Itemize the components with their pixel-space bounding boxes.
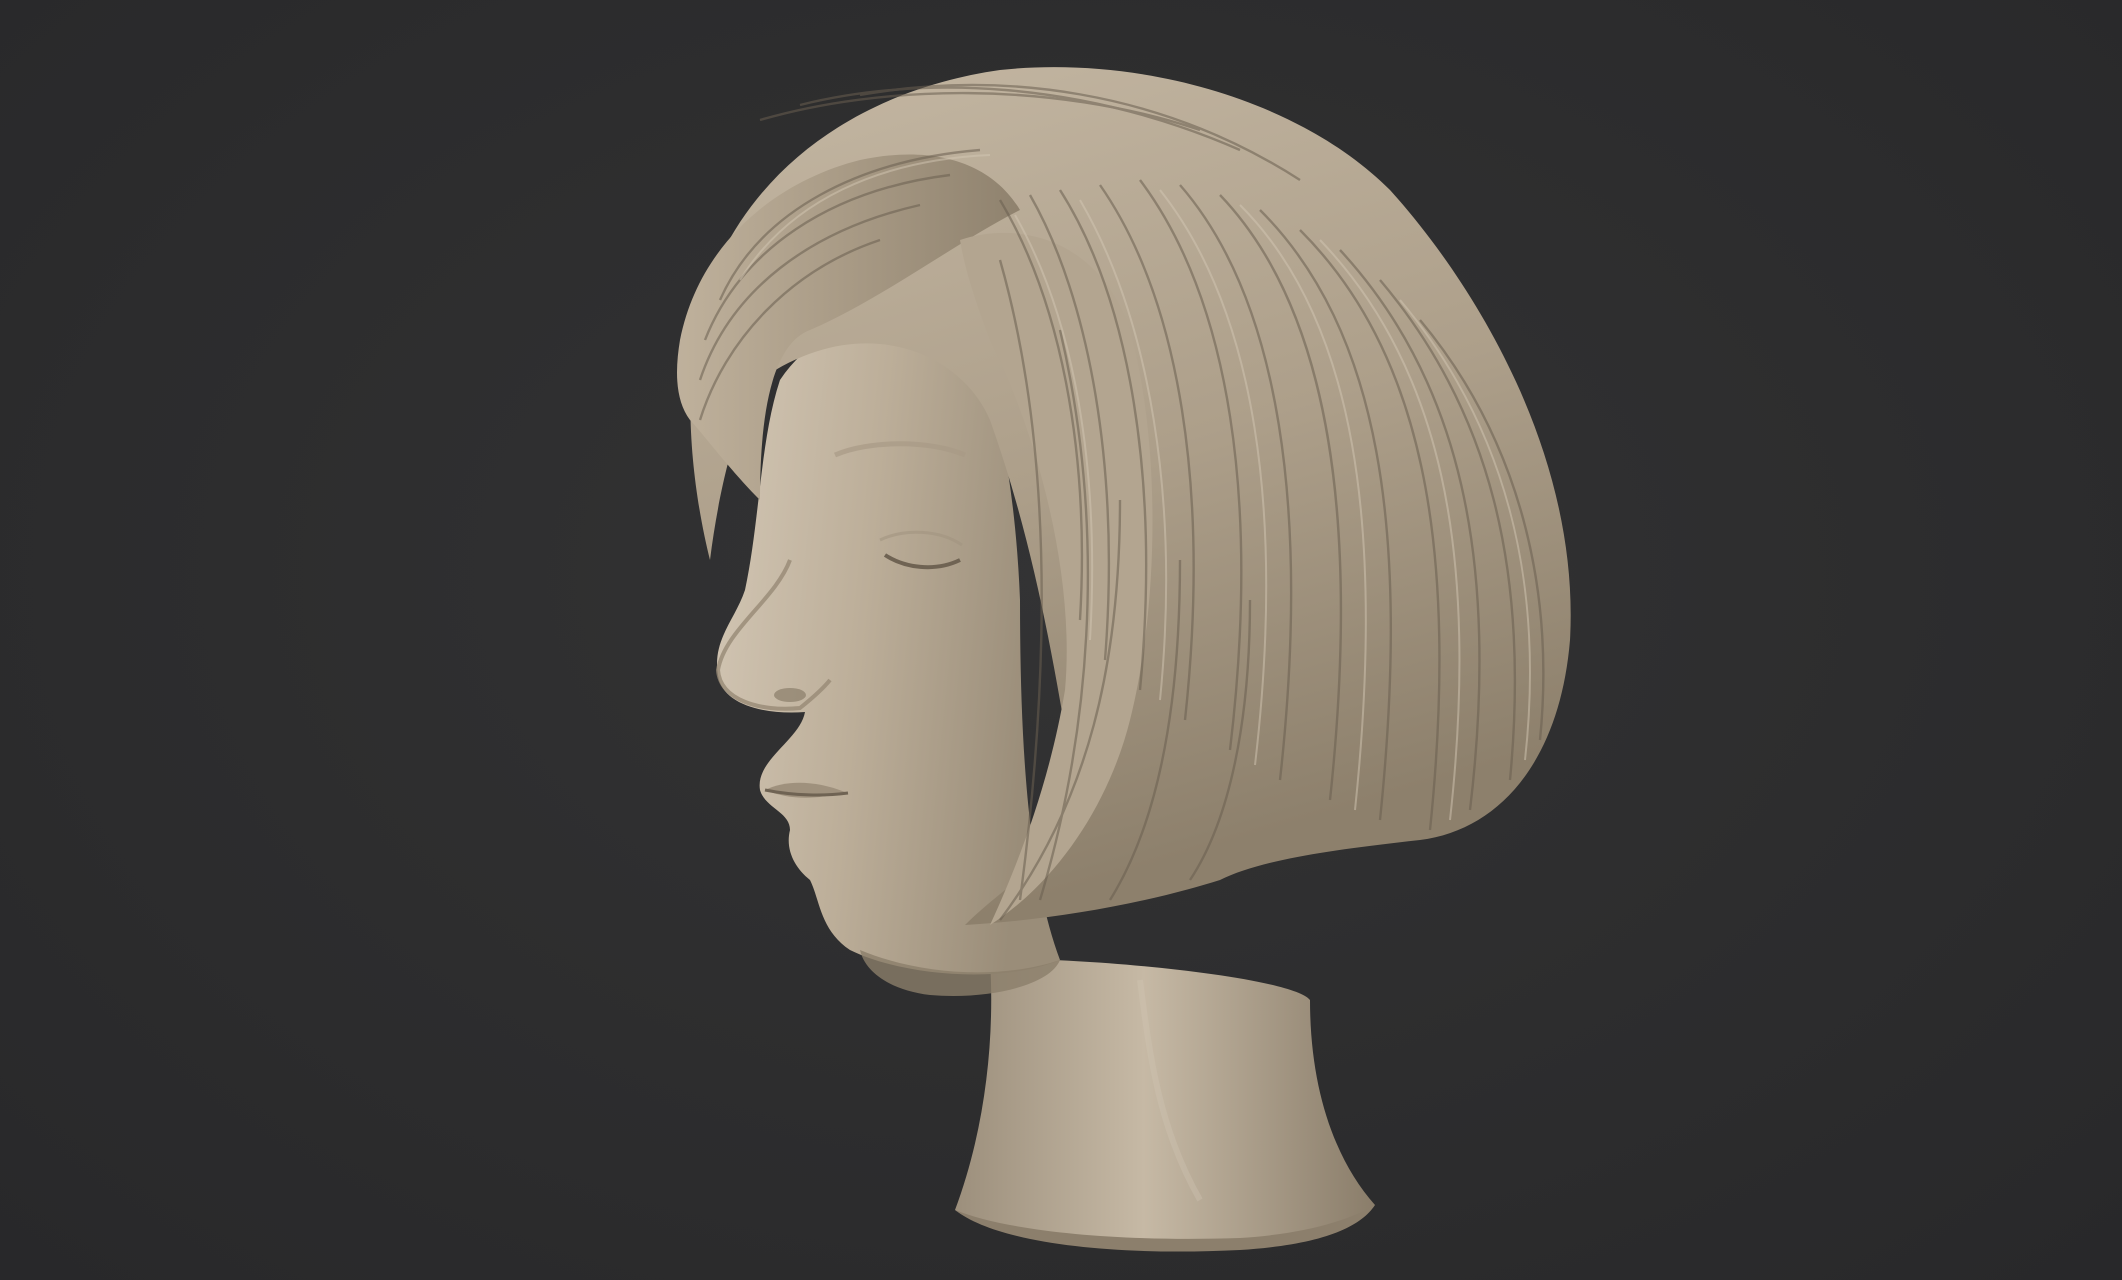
nostril: [774, 688, 806, 702]
3d-viewport[interactable]: [0, 0, 2122, 1280]
neck: [955, 959, 1375, 1247]
sculpted-head-model[interactable]: [0, 0, 2122, 1280]
